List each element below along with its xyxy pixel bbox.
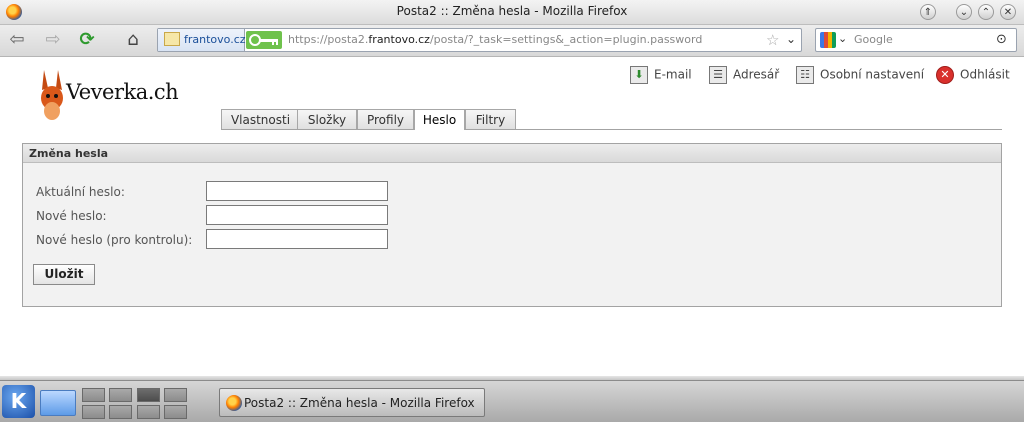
url-bar[interactable]: frantovo.cz https://posta2.frantovo.cz/p… [157, 28, 802, 52]
addressbook-link-label: Adresář [733, 67, 780, 82]
tab-slozky[interactable]: Složky [297, 109, 357, 129]
settings-icon: ☷ [796, 66, 814, 84]
site-identity[interactable]: frantovo.cz [158, 29, 246, 51]
minimize-icon[interactable]: ⌄ [956, 4, 972, 20]
firefox-icon [226, 395, 242, 411]
tab-heslo[interactable]: Heslo [414, 109, 465, 130]
desktop-pager-5[interactable] [82, 405, 105, 419]
desktop-pager-8[interactable] [164, 405, 187, 419]
home-folder-icon[interactable] [40, 390, 76, 416]
addressbook-link[interactable]: ☰ Adresář [709, 66, 779, 86]
desktop-pager-3[interactable] [137, 388, 160, 402]
url-path: /posta/?_task=settings&_action=plugin.pa… [429, 33, 703, 46]
binoculars-icon[interactable]: ⊙ [996, 32, 1007, 47]
tab-profily[interactable]: Profily [357, 109, 414, 129]
window-titlebar[interactable]: Posta2 :: Změna hesla - Mozilla Firefox … [0, 0, 1024, 25]
close-icon[interactable]: ✕ [1000, 4, 1016, 20]
current-password-field[interactable] [206, 181, 388, 201]
save-button[interactable]: Uložit [33, 264, 95, 285]
confirm-password-label: Nové heslo (pro kontrolu): [36, 233, 193, 247]
desktop-pager-2[interactable] [109, 388, 132, 402]
settings-link[interactable]: ☷ Osobní nastavení [796, 66, 924, 86]
url-domain: frantovo.cz [368, 33, 430, 46]
new-password-field[interactable] [206, 205, 388, 225]
new-password-label: Nové heslo: [36, 209, 107, 223]
search-engine-dropdown-icon[interactable]: ⌄ [838, 32, 847, 45]
current-password-label: Aktuální heslo: [36, 185, 125, 199]
desktop-pager-7[interactable] [137, 405, 160, 419]
forward-icon[interactable]: ⇨ [40, 28, 66, 52]
back-icon[interactable]: ⇦ [4, 28, 30, 52]
taskbar-window-label: Posta2 :: Změna hesla - Mozilla Firefox [244, 396, 475, 410]
panel-title: Změna hesla [23, 144, 1001, 163]
squirrel-logo-icon[interactable] [38, 68, 66, 120]
kde-menu-icon[interactable]: K [2, 385, 35, 418]
url-scheme: https://posta2. [288, 33, 369, 46]
navigation-toolbar: ⇦ ⇨ ⟳ ⌂ frantovo.cz https://posta2.frant… [0, 25, 1024, 57]
keep-above-icon[interactable]: ⇑ [920, 4, 936, 20]
search-bar[interactable]: ⌄ Google ⊙ [815, 28, 1017, 52]
site-label: frantovo.cz [184, 33, 246, 46]
email-link-label: E-mail [654, 67, 692, 82]
addressbook-icon: ☰ [709, 66, 727, 84]
desktop-pager-6[interactable] [109, 405, 132, 419]
search-input[interactable]: Google [854, 33, 893, 46]
url-text[interactable]: https://posta2.frantovo.cz/posta/?_task=… [288, 33, 702, 46]
bookmark-star-icon[interactable]: ☆ [766, 31, 779, 49]
reload-icon[interactable]: ⟳ [74, 28, 100, 52]
email-icon: ⬇ [630, 66, 648, 84]
desktop-pager-1[interactable] [82, 388, 105, 402]
google-icon[interactable] [820, 32, 836, 48]
password-panel: Změna hesla Aktuální heslo: Nové heslo: … [22, 143, 1002, 307]
home-icon[interactable]: ⌂ [120, 28, 146, 52]
logout-link-label: Odhlásit [960, 67, 1010, 82]
tab-filtry[interactable]: Filtry [465, 109, 516, 129]
site-favicon-icon [164, 32, 180, 46]
url-dropdown-icon[interactable]: ⌄ [786, 32, 796, 46]
logout-link[interactable]: ✕ Odhlásit [936, 66, 1010, 86]
desktop-pager-4[interactable] [164, 388, 187, 402]
taskbar: K Posta2 :: Změna hesla - Mozilla Firefo… [0, 380, 1024, 422]
taskbar-window-button[interactable]: Posta2 :: Změna hesla - Mozilla Firefox [219, 388, 485, 417]
key-icon[interactable] [246, 31, 282, 49]
settings-link-label: Osobní nastavení [820, 67, 925, 82]
maximize-icon[interactable]: ⌃ [978, 4, 994, 20]
email-link[interactable]: ⬇ E-mail [630, 66, 692, 86]
tab-vlastnosti[interactable]: Vlastnosti [221, 109, 300, 129]
window-title: Posta2 :: Změna hesla - Mozilla Firefox [396, 4, 628, 18]
logo-text[interactable]: Veverka.ch [66, 80, 179, 104]
confirm-password-field[interactable] [206, 229, 388, 249]
logout-icon: ✕ [936, 66, 954, 84]
